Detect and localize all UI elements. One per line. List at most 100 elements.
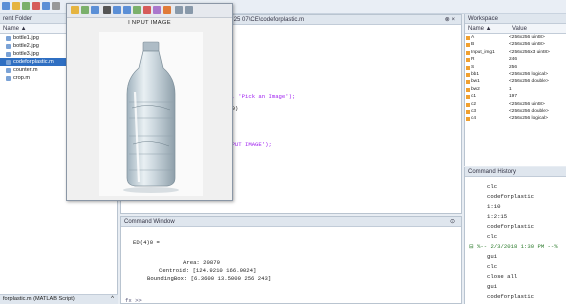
- history-entry[interactable]: 1:10: [487, 203, 500, 210]
- variable-value: <256x256 uint8>: [509, 42, 545, 48]
- file-name: bottle2.jpg: [13, 43, 39, 49]
- variable-value: <256x256 uint8>: [509, 35, 545, 40]
- workspace-row[interactable]: c4 <256x256 logical>: [465, 115, 566, 122]
- open-icon[interactable]: [71, 6, 79, 14]
- workspace-row[interactable]: Input_img1 <256x256x3 uint8>: [465, 49, 566, 56]
- figure-window[interactable]: I NPUT IMAGE: [66, 3, 233, 201]
- file-name: counter.m: [13, 67, 38, 73]
- workspace-row[interactable]: c2 <256x256 uint8>: [465, 101, 566, 108]
- history-entry[interactable]: codeforplastic: [487, 293, 534, 300]
- workspace-row[interactable]: B <256x256 uint8>: [465, 41, 566, 48]
- variable-name: A: [465, 34, 509, 41]
- workspace-row[interactable]: R 246: [465, 56, 566, 63]
- file-icon: [6, 67, 11, 73]
- paste-icon[interactable]: [52, 2, 60, 10]
- history-entry[interactable]: clc: [487, 183, 497, 190]
- zoom-out-icon[interactable]: [123, 6, 131, 14]
- command-prompt[interactable]: fx >>: [125, 297, 142, 304]
- chevron-up-icon[interactable]: ^: [111, 296, 114, 302]
- pan-icon[interactable]: [133, 6, 141, 14]
- status-text: forplastic.m (MATLAB Script): [3, 296, 75, 302]
- brush-icon[interactable]: [163, 6, 171, 14]
- options-icon[interactable]: ⊙: [450, 218, 455, 225]
- history-entry[interactable]: close all: [487, 273, 517, 280]
- pointer-icon[interactable]: [103, 6, 111, 14]
- ws-col-value[interactable]: Value: [512, 26, 527, 32]
- command-window-title: Command Window ⊙: [121, 217, 461, 227]
- workspace-row[interactable]: A <256x256 uint8>: [465, 34, 566, 41]
- save-icon[interactable]: [81, 6, 89, 14]
- zoom-in-icon[interactable]: [113, 6, 121, 14]
- history-entry[interactable]: codeforplastic: [487, 223, 534, 230]
- variable-value: <256x256x3 uint8>: [509, 49, 550, 55]
- variable-value: <256x256 double>: [509, 79, 549, 85]
- colorbar-icon[interactable]: [175, 6, 183, 14]
- bottle-image: [99, 32, 203, 196]
- workspace-row[interactable]: bw2 1: [465, 86, 566, 93]
- variable-name: c2: [465, 101, 509, 108]
- history-entry[interactable]: gui: [487, 253, 497, 260]
- new-file-icon[interactable]: [2, 2, 10, 10]
- variable-value: 197: [509, 94, 518, 100]
- variable-value: 1: [509, 86, 512, 92]
- variable-name: Input_img1: [465, 49, 509, 56]
- output-line: BoundingBox: [6.3600 13.5000 256 243]: [147, 275, 272, 282]
- image-axes: [99, 32, 203, 196]
- workspace-row[interactable]: S 256: [465, 64, 566, 71]
- file-icon: [6, 35, 11, 41]
- variable-value: <256x256 uint8>: [509, 101, 545, 107]
- variable-name: bw1: [465, 78, 509, 85]
- figure-toolbar: [67, 4, 232, 18]
- copy-icon[interactable]: [42, 2, 50, 10]
- history-entry[interactable]: gui: [487, 283, 497, 290]
- variable-value: <256x256 logical>: [509, 71, 548, 77]
- close-icon[interactable]: ⊗ ×: [445, 16, 455, 23]
- file-name: codeforplastic.m: [13, 59, 54, 65]
- variable-name: S: [465, 64, 509, 71]
- variable-name: R: [465, 56, 509, 63]
- history-entry[interactable]: clc: [487, 233, 497, 240]
- workspace-table: A <256x256 uint8> B <256x256 uint8> Input_im…: [465, 34, 566, 123]
- ws-col-name[interactable]: Name ▲: [468, 26, 512, 32]
- rotate-icon[interactable]: [143, 6, 151, 14]
- variable-value: 256: [509, 64, 518, 70]
- variable-name: B: [465, 41, 509, 48]
- variable-value: <256x256 logical>: [509, 116, 548, 122]
- save-icon[interactable]: [22, 2, 30, 10]
- variable-name: c1: [465, 93, 509, 100]
- status-bar: forplastic.m (MATLAB Script) ^: [0, 294, 118, 304]
- data-cursor-icon[interactable]: [153, 6, 161, 14]
- variable-value: <256x256 double>: [509, 108, 549, 114]
- file-icon: [6, 43, 11, 49]
- file-icon: [6, 75, 11, 81]
- cut-icon[interactable]: [32, 2, 40, 10]
- file-name: bottle1.jpg: [13, 35, 39, 41]
- variable-name: c4: [465, 115, 509, 122]
- variable-value: 246: [509, 57, 518, 63]
- file-name: crop.m: [13, 75, 31, 81]
- legend-icon[interactable]: [185, 6, 193, 14]
- workspace-panel: Workspace Name ▲ Value A <256x256 uint8> B…: [464, 14, 566, 166]
- history-entry[interactable]: 1:2:15: [487, 213, 507, 220]
- file-name: bottle3.jpg: [13, 51, 39, 57]
- figure-title: I NPUT IMAGE: [128, 20, 171, 26]
- file-icon: [6, 59, 11, 65]
- variable-name: bb1: [465, 71, 509, 78]
- workspace-header: Name ▲ Value: [465, 24, 566, 34]
- output-line: Centroid: [124.9210 166.9024]: [159, 267, 257, 274]
- command-window[interactable]: Command Window ⊙ ED(4)0 = Area: 20879 Ce…: [120, 216, 462, 304]
- print-icon[interactable]: [91, 6, 99, 14]
- open-folder-icon[interactable]: [12, 2, 20, 10]
- workspace-title: Workspace: [465, 14, 566, 24]
- workspace-row[interactable]: c1 197: [465, 93, 566, 100]
- history-entry[interactable]: codeforplastic: [487, 193, 534, 200]
- command-history-panel: Command History clc codeforplastic 1:10 1:2…: [464, 167, 566, 304]
- history-entry[interactable]: ⊟ %-- 2/3/2018 1:30 PM --%: [469, 243, 558, 250]
- workspace-row[interactable]: bw1 <256x256 double>: [465, 78, 566, 85]
- workspace-row[interactable]: c3 <256x256 double>: [465, 108, 566, 115]
- workspace-row[interactable]: bb1 <256x256 logical>: [465, 71, 566, 78]
- output-line: ED(4)0 =: [133, 239, 160, 246]
- history-entry[interactable]: clc: [487, 263, 497, 270]
- variable-name: bw2: [465, 86, 509, 93]
- variable-name: c3: [465, 108, 509, 115]
